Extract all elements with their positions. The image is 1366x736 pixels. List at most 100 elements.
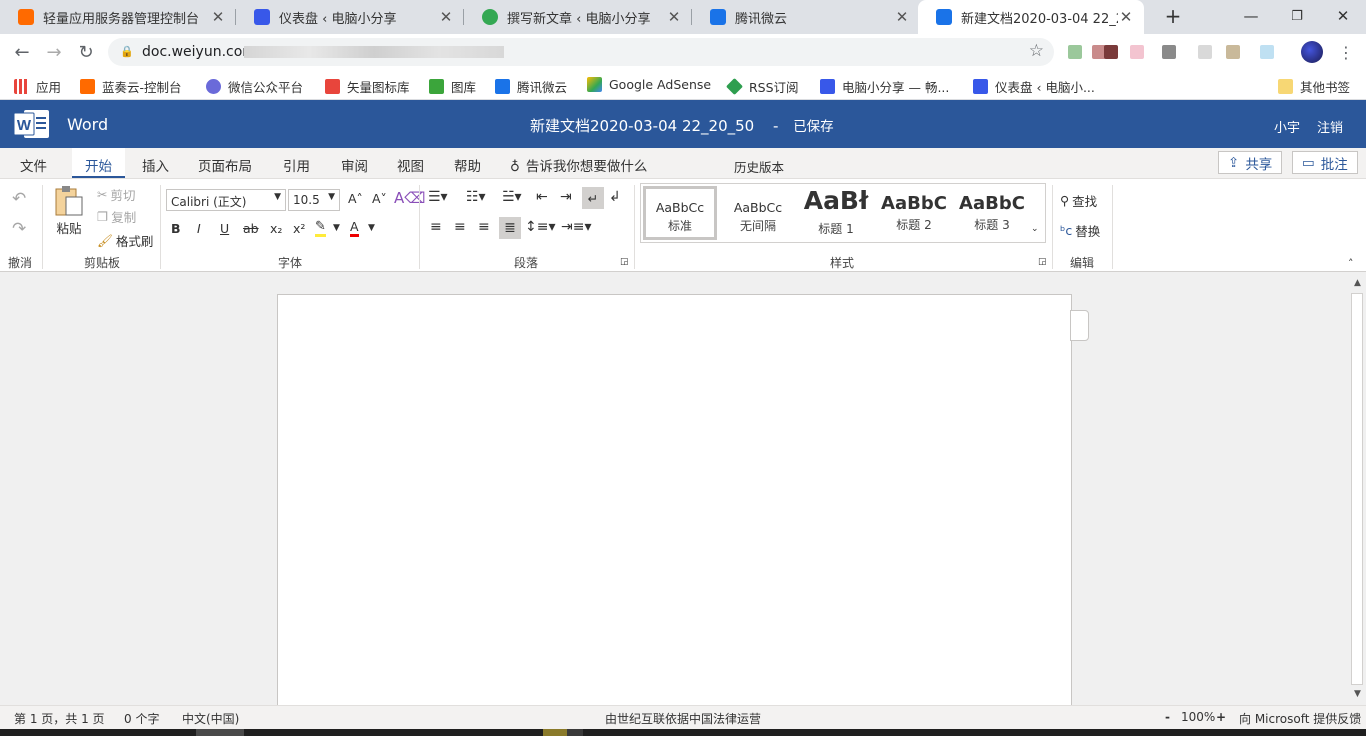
font-name-select[interactable]: Calibri (正文) ▼ <box>166 189 286 211</box>
document-canvas[interactable]: ▲ ▼ <box>0 273 1366 705</box>
extension-icon[interactable] <box>1130 45 1144 59</box>
undo-icon[interactable]: ↶ <box>12 189 26 209</box>
extension-icon[interactable] <box>1104 45 1118 59</box>
numbering-icon[interactable]: ☷▾ <box>466 189 486 205</box>
style-heading-1[interactable]: AaBł 标题 1 <box>799 186 873 240</box>
other-bookmarks[interactable]: 其他书签 <box>1278 77 1350 96</box>
bookmark-item[interactable]: 图库 <box>429 77 476 96</box>
user-name[interactable]: 小宇 <box>1274 117 1300 136</box>
language[interactable]: 中文(中国) <box>182 710 239 727</box>
chevron-down-icon[interactable]: ▼ <box>368 223 375 233</box>
tell-me-box[interactable]: ♁ 告诉我你想要做什么 <box>510 155 647 175</box>
forward-icon[interactable]: → <box>42 40 66 64</box>
justify-icon[interactable]: ≣ <box>499 217 521 239</box>
extension-icon[interactable] <box>1260 45 1274 59</box>
vertical-scrollbar[interactable]: ▲ ▼ <box>1349 273 1366 705</box>
subscript-icon[interactable]: x₂ <box>270 221 282 236</box>
browser-tab[interactable]: 轻量应用服务器管理控制台 ✕ <box>0 0 236 34</box>
tab-file[interactable]: 文件 <box>20 155 47 175</box>
taskbar-item[interactable] <box>543 729 567 736</box>
align-center-icon[interactable]: ≡ <box>454 219 466 235</box>
clear-format-icon[interactable]: A⌫ <box>394 189 425 207</box>
close-window-icon[interactable]: ✕ <box>1320 0 1366 32</box>
paste-button[interactable]: 粘贴 <box>54 185 84 237</box>
menu-kebab-icon[interactable]: ⋮ <box>1334 40 1358 64</box>
paragraph-spacing-icon[interactable]: ⇥≡▾ <box>561 219 592 235</box>
url-field[interactable]: 🔒 doc.weiyun.com ☆ <box>108 38 1054 66</box>
align-right-icon[interactable]: ≡ <box>478 219 490 235</box>
bookmark-item[interactable]: 电脑小分享 — 畅... <box>820 77 949 96</box>
decrease-indent-icon[interactable]: ⇤ <box>536 189 548 205</box>
bookmark-item[interactable]: 微信公众平台 <box>206 77 303 96</box>
operator-notice[interactable]: 由世纪互联依据中国法律运营 <box>605 710 761 727</box>
superscript-icon[interactable]: x² <box>293 221 305 236</box>
zoom-level[interactable]: 100% <box>1181 710 1215 724</box>
close-tab-icon[interactable]: ✕ <box>1118 8 1134 26</box>
taskbar-item[interactable] <box>196 729 244 736</box>
back-icon[interactable]: ← <box>10 40 34 64</box>
history-versions[interactable]: 历史版本 <box>734 157 784 176</box>
document-title[interactable]: 新建文档2020-03-04 22_20_50 - 已保存 <box>530 115 834 136</box>
style-no-spacing[interactable]: AaBbCc 无间隔 <box>721 186 795 240</box>
zoom-in-button[interactable]: + <box>1216 710 1226 724</box>
tab-view[interactable]: 视图 <box>397 155 424 175</box>
browser-tab-active[interactable]: 新建文档2020-03-04 22_2 ✕ <box>918 0 1144 34</box>
extension-icon[interactable] <box>1162 45 1176 59</box>
logout-link[interactable]: 注销 <box>1317 117 1343 136</box>
align-left-icon[interactable]: ≡ <box>430 219 442 235</box>
restore-icon[interactable]: ❐ <box>1274 0 1320 32</box>
scroll-up-icon[interactable]: ▲ <box>1350 275 1365 292</box>
scrollbar-thumb[interactable] <box>1351 293 1363 685</box>
cut-button[interactable]: ✂ 剪切 <box>97 185 136 204</box>
bullets-icon[interactable]: ☰▾ <box>428 189 448 205</box>
browser-tab[interactable]: 腾讯微云 ✕ <box>692 0 920 34</box>
reload-icon[interactable]: ↻ <box>74 40 98 64</box>
copy-button[interactable]: ❐ 复制 <box>97 207 136 226</box>
bookmark-star-icon[interactable]: ☆ <box>1029 41 1044 61</box>
close-tab-icon[interactable]: ✕ <box>438 8 454 26</box>
tab-review[interactable]: 审阅 <box>341 155 368 175</box>
document-page[interactable] <box>277 294 1072 705</box>
bookmark-item[interactable]: 蓝奏云-控制台 <box>80 77 182 96</box>
extension-icon[interactable] <box>1226 45 1240 59</box>
format-painter-button[interactable]: 🖌 格式刷 <box>97 231 153 250</box>
chevron-down-icon[interactable]: ▼ <box>333 223 340 233</box>
style-heading-3[interactable]: AaBbC 标题 3 <box>955 186 1029 240</box>
comment-button[interactable]: ▭ 批注 <box>1292 151 1358 174</box>
increase-indent-icon[interactable]: ⇥ <box>560 189 572 205</box>
style-normal[interactable]: AaBbCc 标准 <box>643 186 717 240</box>
dialog-launcher-icon[interactable]: ◲ <box>620 257 629 267</box>
app-name[interactable]: Word <box>67 115 108 134</box>
redo-icon[interactable]: ↷ <box>12 219 26 239</box>
close-tab-icon[interactable]: ✕ <box>210 8 226 26</box>
bookmark-item[interactable]: 应用 <box>14 77 61 96</box>
browser-tab[interactable]: 撰写新文章 ‹ 电脑小分享 ✕ <box>464 0 692 34</box>
bookmark-item[interactable]: 矢量图标库 <box>325 77 410 96</box>
styles-more-icon[interactable]: ⌄ <box>1031 224 1039 234</box>
tab-references[interactable]: 引用 <box>283 155 310 175</box>
line-spacing-icon[interactable]: ↕≡▾ <box>525 219 556 235</box>
underline-icon[interactable]: U <box>220 221 229 236</box>
extension-icon[interactable] <box>1068 45 1082 59</box>
replace-button[interactable]: ᵇc 替换 <box>1060 221 1100 240</box>
tab-help[interactable]: 帮助 <box>454 155 481 175</box>
bookmark-item[interactable]: 腾讯微云 <box>495 77 567 96</box>
highlight-icon[interactable]: ✎ <box>315 219 326 237</box>
tab-home[interactable]: 开始 <box>72 148 125 178</box>
comment-pane-tab[interactable] <box>1070 310 1089 341</box>
minimize-icon[interactable]: — <box>1228 0 1274 32</box>
close-tab-icon[interactable]: ✕ <box>894 8 910 26</box>
tab-insert[interactable]: 插入 <box>142 155 169 175</box>
collapse-ribbon-icon[interactable]: ˄ <box>1348 257 1354 270</box>
browser-tab[interactable]: 仪表盘 ‹ 电脑小分享 ✕ <box>236 0 464 34</box>
document-name[interactable]: 新建文档2020-03-04 22_20_50 <box>530 117 754 135</box>
extension-icon[interactable] <box>1198 45 1212 59</box>
font-color-icon[interactable]: A <box>350 219 359 237</box>
italic-icon[interactable]: I <box>197 221 201 236</box>
show-marks-icon[interactable]: ↵ <box>582 187 604 209</box>
font-size-select[interactable]: 10.5 ▼ <box>288 189 340 211</box>
zoom-out-button[interactable]: - <box>1165 710 1170 724</box>
text-direction-icon[interactable]: ↲ <box>609 189 621 205</box>
bookmark-item[interactable]: Google AdSense <box>587 77 711 92</box>
new-tab-button[interactable]: + <box>1150 0 1196 32</box>
